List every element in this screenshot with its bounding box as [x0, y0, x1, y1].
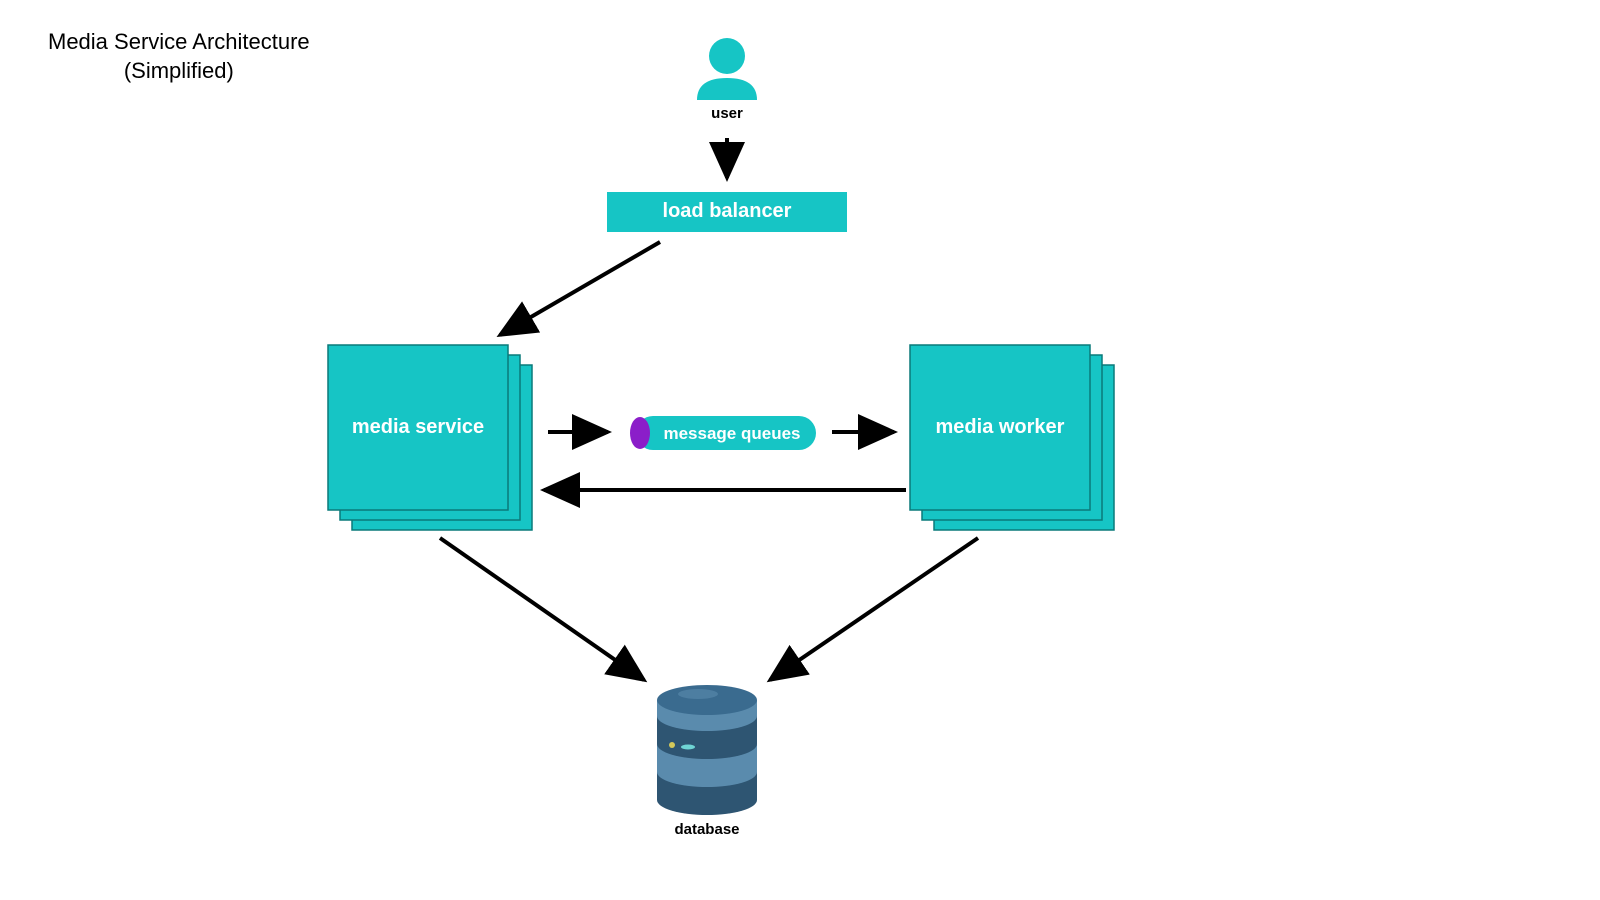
message-queues-label: message queues	[648, 424, 816, 444]
user-label: user	[707, 105, 747, 122]
arrow-worker-to-db	[770, 538, 978, 680]
media-worker-label: media worker	[910, 416, 1090, 439]
load-balancer-label: load balancer	[607, 200, 847, 223]
user-icon	[697, 38, 757, 100]
database-label: database	[672, 821, 742, 838]
architecture-diagram	[0, 0, 1600, 900]
database-icon	[657, 685, 757, 815]
arrow-service-to-db	[440, 538, 644, 680]
arrow-lb-to-service	[500, 242, 660, 335]
media-service-label: media service	[328, 416, 508, 439]
